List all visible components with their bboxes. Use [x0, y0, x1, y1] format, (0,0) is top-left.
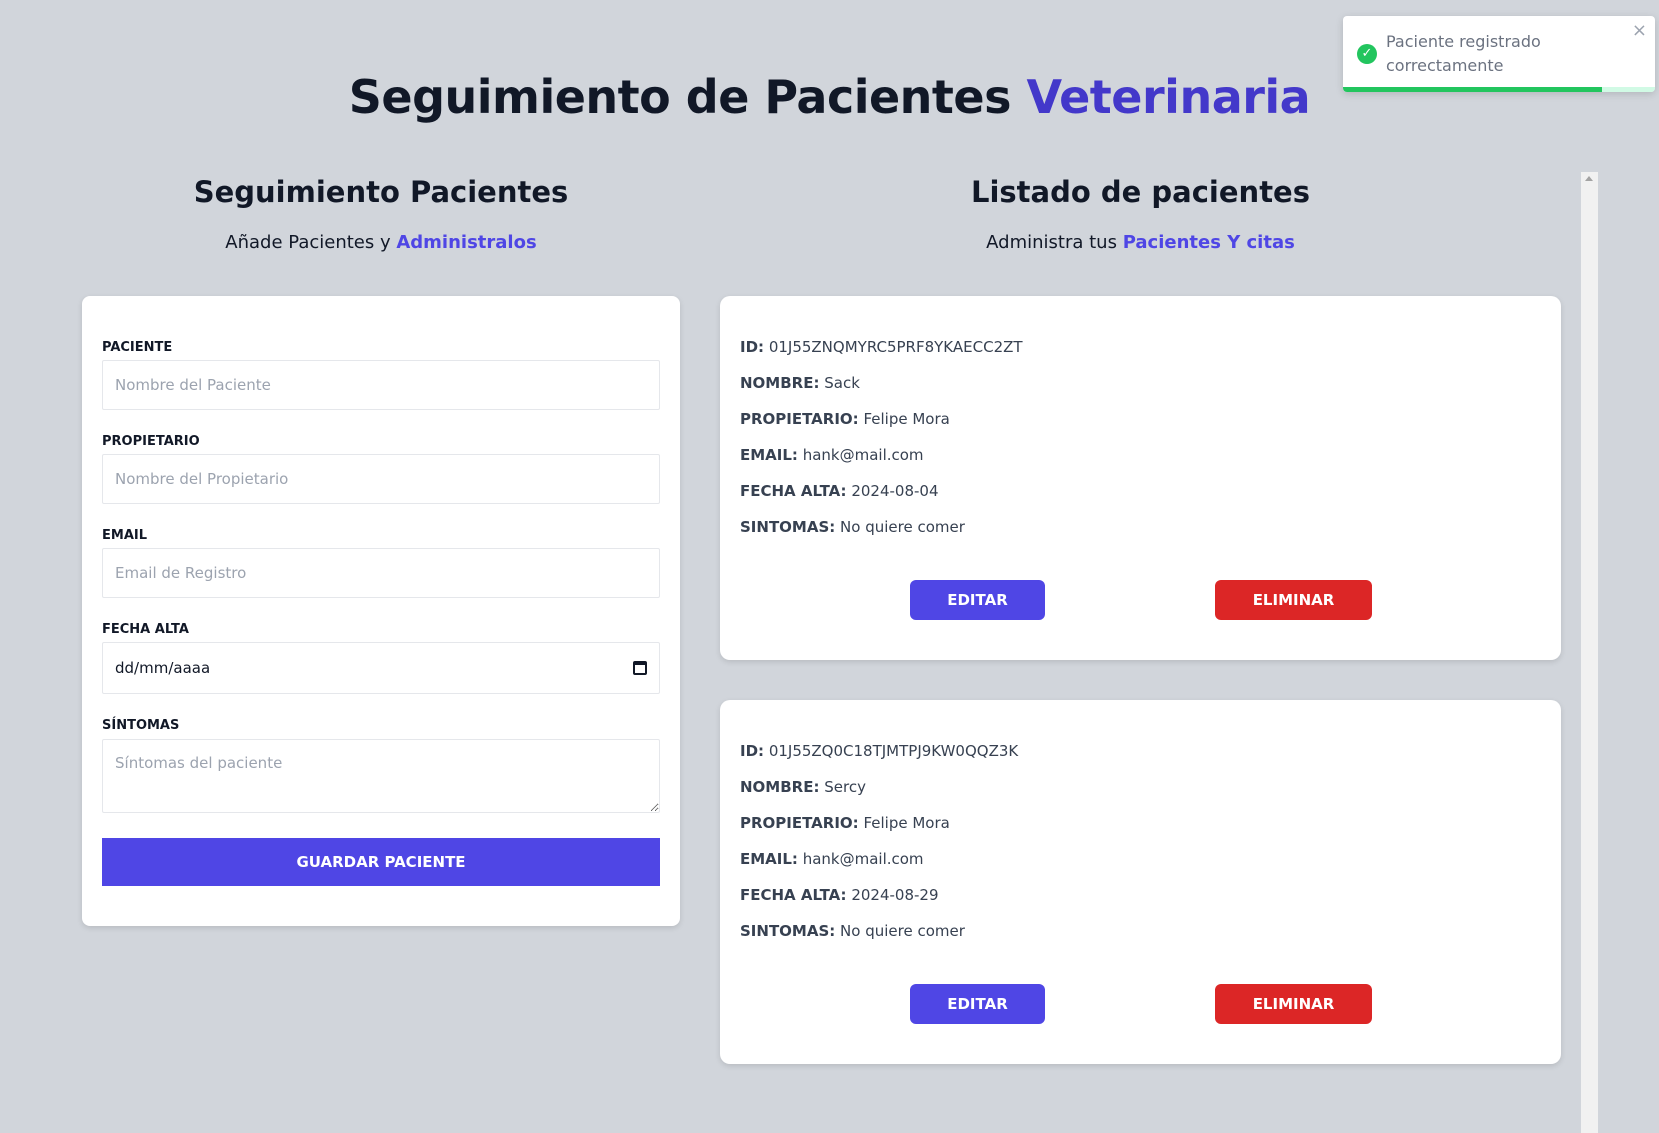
propietario-label: PROPIETARIO	[102, 434, 200, 449]
fecha-alta-label: FECHA ALTA	[102, 622, 189, 637]
calendar-icon[interactable]	[633, 661, 647, 675]
patient-nombre-value: Sercy	[824, 778, 866, 796]
patient-propietario-key: PROPIETARIO:	[740, 410, 859, 428]
sintomas-textarea[interactable]	[102, 739, 660, 813]
patient-propietario-row: PROPIETARIO: Felipe Mora	[740, 410, 950, 428]
patient-propietario-key: PROPIETARIO:	[740, 814, 859, 832]
patient-nombre-row: NOMBRE: Sercy	[740, 778, 866, 796]
guardar-paciente-button[interactable]: GUARDAR PACIENTE	[102, 838, 660, 886]
editar-button[interactable]: EDITAR	[910, 984, 1045, 1024]
toast-notification: ✓ Paciente registrado correctamente ×	[1343, 16, 1655, 92]
form-subtitle-text: Añade Pacientes y	[225, 232, 391, 253]
patient-id-key: ID:	[740, 742, 765, 760]
patient-id-row: ID: 01J55ZNQMYRC5PRF8YKAECC2ZT	[740, 338, 1023, 356]
close-icon[interactable]: ×	[1632, 20, 1647, 41]
page-title-accent: Veterinaria	[1026, 70, 1311, 124]
patient-fecha-key: FECHA ALTA:	[740, 482, 847, 500]
toast-message: Paciente registrado correctamente	[1386, 32, 1541, 75]
paciente-input[interactable]	[102, 360, 660, 410]
fecha-alta-input[interactable]: dd/mm/aaaa	[102, 642, 660, 694]
patient-sintomas-row: SINTOMAS: No quiere comer	[740, 518, 965, 536]
form-section-heading: Seguimiento Pacientes	[193, 175, 569, 209]
patient-id-key: ID:	[740, 338, 765, 356]
list-subtitle-text: Administra tus	[986, 232, 1117, 253]
patient-propietario-value: Felipe Mora	[863, 410, 950, 428]
patient-propietario-value: Felipe Mora	[863, 814, 950, 832]
patient-fecha-value: 2024-08-29	[851, 886, 939, 904]
patient-nombre-key: NOMBRE:	[740, 778, 820, 796]
patient-sintomas-value: No quiere comer	[840, 922, 965, 940]
patient-email-row: EMAIL: hank@mail.com	[740, 446, 924, 464]
editar-button[interactable]: EDITAR	[910, 580, 1045, 620]
patient-email-key: EMAIL:	[740, 850, 798, 868]
list-subtitle-accent: Pacientes Y citas	[1122, 232, 1295, 253]
page-title-main: Seguimiento de Pacientes	[348, 70, 1012, 124]
patient-propietario-row: PROPIETARIO: Felipe Mora	[740, 814, 950, 832]
patient-sintomas-key: SINTOMAS:	[740, 518, 836, 536]
patient-id-value: 01J55ZNQMYRC5PRF8YKAECC2ZT	[768, 338, 1023, 356]
list-section-subtitle: Administra tus Pacientes Y citas	[720, 232, 1561, 253]
eliminar-button[interactable]: ELIMINAR	[1215, 580, 1372, 620]
patient-card: ID: 01J55ZQ0C18TJMTPJ9KW0QQZ3K NOMBRE: S…	[720, 700, 1561, 1064]
email-input[interactable]	[102, 548, 660, 598]
patient-nombre-key: NOMBRE:	[740, 374, 820, 392]
patient-fecha-row: FECHA ALTA: 2024-08-29	[740, 886, 939, 904]
list-section-heading: Listado de pacientes	[971, 175, 1310, 209]
form-subtitle-accent: Administralos	[396, 232, 537, 253]
paciente-label: PACIENTE	[102, 340, 173, 355]
patient-fecha-row: FECHA ALTA: 2024-08-04	[740, 482, 939, 500]
patient-list-scrollbar[interactable]	[1581, 172, 1598, 1133]
eliminar-button[interactable]: ELIMINAR	[1215, 984, 1372, 1024]
fecha-alta-placeholder: dd/mm/aaaa	[115, 659, 211, 677]
patient-fecha-value: 2024-08-04	[851, 482, 939, 500]
check-circle-icon: ✓	[1357, 44, 1377, 64]
form-section-subtitle: Añade Pacientes y Administralos	[82, 232, 680, 253]
email-label: EMAIL	[102, 528, 147, 543]
patient-card: ID: 01J55ZNQMYRC5PRF8YKAECC2ZT NOMBRE: S…	[720, 296, 1561, 660]
patient-nombre-row: NOMBRE: Sack	[740, 374, 860, 392]
patient-fecha-key: FECHA ALTA:	[740, 886, 847, 904]
patient-email-row: EMAIL: hank@mail.com	[740, 850, 924, 868]
propietario-input[interactable]	[102, 454, 660, 504]
patient-email-value: hank@mail.com	[802, 446, 924, 464]
patient-sintomas-key: SINTOMAS:	[740, 922, 836, 940]
toast-progress-bar	[1343, 87, 1602, 92]
patient-id-value: 01J55ZQ0C18TJMTPJ9KW0QQZ3K	[768, 742, 1019, 760]
patient-form: PACIENTE PROPIETARIO EMAIL FECHA ALTA dd…	[82, 296, 680, 926]
patient-sintomas-row: SINTOMAS: No quiere comer	[740, 922, 965, 940]
scroll-up-arrow-icon[interactable]	[1585, 176, 1593, 181]
patient-email-value: hank@mail.com	[802, 850, 924, 868]
patient-nombre-value: Sack	[824, 374, 860, 392]
patient-id-row: ID: 01J55ZQ0C18TJMTPJ9KW0QQZ3K	[740, 742, 1018, 760]
patient-email-key: EMAIL:	[740, 446, 798, 464]
patient-sintomas-value: No quiere comer	[840, 518, 965, 536]
sintomas-label: SÍNTOMAS	[102, 718, 180, 733]
